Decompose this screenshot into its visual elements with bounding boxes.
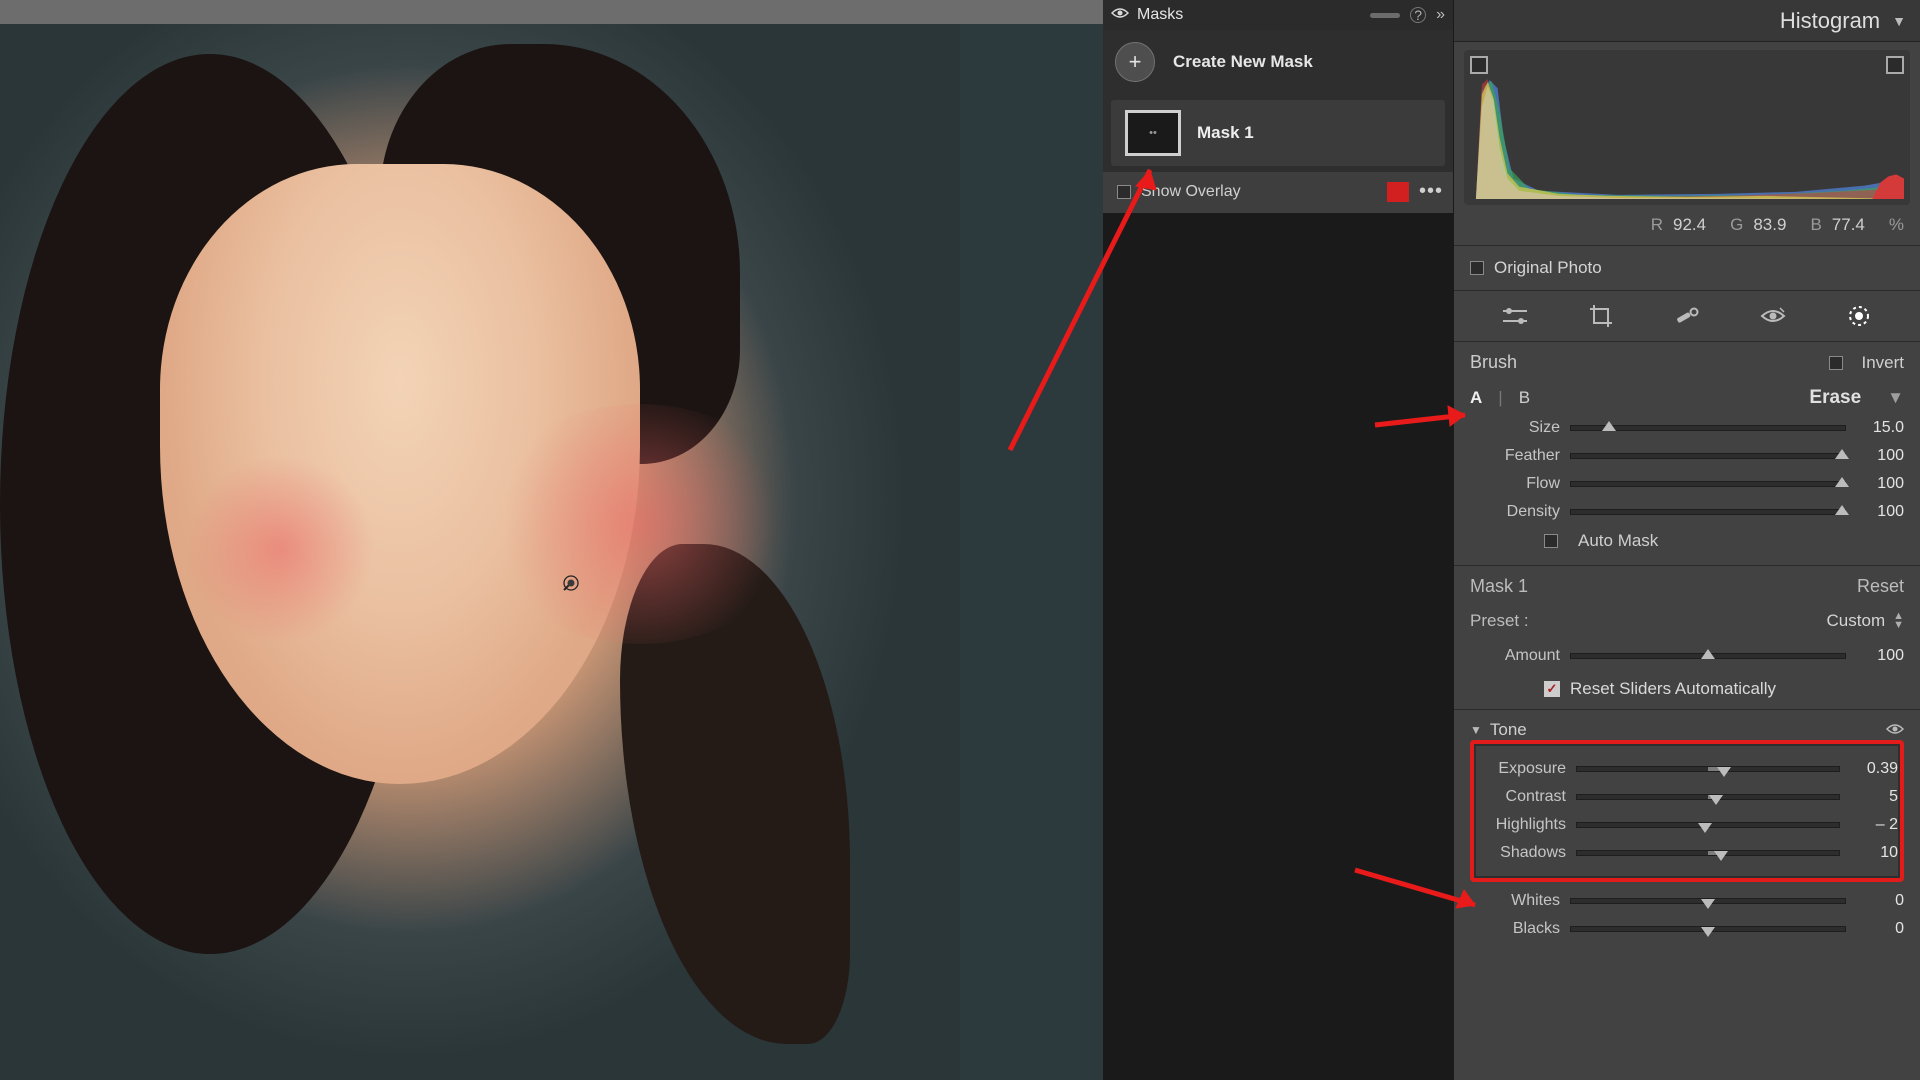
contrast-value[interactable]: 5 xyxy=(1850,788,1898,806)
amount-slider[interactable] xyxy=(1570,653,1846,659)
edit-sliders-icon[interactable] xyxy=(1499,303,1531,329)
tone-section: ▼ Tone Exposure 0.39 Contrast 5 Highligh… xyxy=(1454,710,1920,958)
whites-label: Whites xyxy=(1470,892,1560,910)
dropdown-arrows-icon: ▲▼ xyxy=(1893,612,1904,630)
pct-label: % xyxy=(1889,215,1904,235)
masks-panel-title: Masks xyxy=(1137,6,1360,24)
masks-panel: Masks ? » + Create New Mask •• Mask 1 Sh… xyxy=(1103,0,1453,213)
mask-pin-icon[interactable] xyxy=(560,572,582,599)
brush-disclosure-icon[interactable]: ▼ xyxy=(1887,388,1904,408)
panel-grip-icon[interactable] xyxy=(1370,13,1400,18)
brush-a-tab[interactable]: A xyxy=(1470,388,1482,408)
size-value[interactable]: 15.0 xyxy=(1856,419,1904,437)
help-icon[interactable]: ? xyxy=(1410,7,1426,23)
invert-label: Invert xyxy=(1861,353,1904,373)
invert-checkbox[interactable] xyxy=(1829,356,1843,370)
feather-label: Feather xyxy=(1470,447,1560,465)
brush-b-tab[interactable]: B xyxy=(1519,388,1530,408)
mask-list-item[interactable]: •• Mask 1 xyxy=(1111,100,1445,166)
g-value: 83.9 xyxy=(1753,215,1786,235)
masking-tool-icon[interactable] xyxy=(1843,303,1875,329)
exposure-value[interactable]: 0.39 xyxy=(1850,760,1898,778)
tone-highlight-box: Exposure 0.39 Contrast 5 Highlights – 2 … xyxy=(1470,740,1904,882)
show-overlay-label: Show Overlay xyxy=(1141,183,1241,201)
masks-visibility-toggle-icon[interactable] xyxy=(1111,6,1129,24)
histogram-chart[interactable] xyxy=(1464,50,1910,205)
collapse-triangle-icon[interactable]: ▼ xyxy=(1892,13,1906,29)
shadows-value[interactable]: 10 xyxy=(1850,844,1898,862)
density-label: Density xyxy=(1470,503,1560,521)
tone-title: Tone xyxy=(1490,720,1527,740)
original-photo-checkbox[interactable] xyxy=(1470,261,1484,275)
automask-label: Auto Mask xyxy=(1578,531,1658,551)
contrast-label: Contrast xyxy=(1476,788,1566,806)
highlights-slider[interactable] xyxy=(1576,822,1840,828)
density-slider[interactable] xyxy=(1570,509,1846,515)
plus-icon: + xyxy=(1115,42,1155,82)
highlights-value[interactable]: – 2 xyxy=(1850,816,1898,834)
whites-value[interactable]: 0 xyxy=(1856,892,1904,910)
healing-tool-icon[interactable] xyxy=(1671,303,1703,329)
shadow-clipping-icon[interactable] xyxy=(1470,56,1488,74)
mask-reset-button[interactable]: Reset xyxy=(1857,576,1904,597)
shadows-slider[interactable] xyxy=(1576,850,1840,856)
mask-thumbnail: •• xyxy=(1125,110,1181,156)
mask1-title: Mask 1 xyxy=(1470,576,1528,597)
density-value[interactable]: 100 xyxy=(1856,503,1904,521)
portrait-photo xyxy=(0,24,960,1080)
highlight-clipping-icon[interactable] xyxy=(1886,56,1904,74)
reset-auto-label: Reset Sliders Automatically xyxy=(1570,679,1776,699)
flow-value[interactable]: 100 xyxy=(1856,475,1904,493)
amount-value[interactable]: 100 xyxy=(1856,647,1904,665)
preset-label: Preset : xyxy=(1470,611,1529,631)
b-value: 77.4 xyxy=(1832,215,1865,235)
brush-section: Brush Invert A | B Erase ▼ Size 15.0 Fea… xyxy=(1454,342,1920,566)
mask-adjust-section: Mask 1 Reset Preset : Custom ▲▼ Amount 1… xyxy=(1454,566,1920,710)
histogram-title: Histogram xyxy=(1780,8,1880,34)
collapse-panel-icon[interactable]: » xyxy=(1436,6,1445,24)
highlights-label: Highlights xyxy=(1476,816,1566,834)
overlay-color-swatch[interactable] xyxy=(1387,182,1409,202)
contrast-slider[interactable] xyxy=(1576,794,1840,800)
create-new-mask-label: Create New Mask xyxy=(1173,52,1313,72)
redeye-tool-icon[interactable] xyxy=(1757,303,1789,329)
feather-slider[interactable] xyxy=(1570,453,1846,459)
exposure-slider[interactable] xyxy=(1576,766,1840,772)
r-label: R xyxy=(1651,215,1663,235)
original-photo-label: Original Photo xyxy=(1494,258,1602,278)
mask-item-label: Mask 1 xyxy=(1197,123,1254,143)
preset-value: Custom xyxy=(1827,611,1886,631)
tone-visibility-icon[interactable] xyxy=(1886,720,1904,740)
develop-right-panel: Histogram ▼ R 92.4 G 83.9 B 77.4 % Origi… xyxy=(1453,0,1920,1080)
size-label: Size xyxy=(1470,419,1560,437)
brush-title: Brush xyxy=(1470,352,1517,373)
amount-label: Amount xyxy=(1470,647,1560,665)
mask-more-menu-icon[interactable]: ••• xyxy=(1419,180,1443,203)
flow-slider[interactable] xyxy=(1570,481,1846,487)
create-new-mask-button[interactable]: + Create New Mask xyxy=(1103,30,1453,94)
image-viewport[interactable] xyxy=(0,0,1103,1080)
blacks-value[interactable]: 0 xyxy=(1856,920,1904,938)
size-slider[interactable] xyxy=(1570,425,1846,431)
histogram-header[interactable]: Histogram ▼ xyxy=(1454,0,1920,42)
crop-tool-icon[interactable] xyxy=(1585,303,1617,329)
automask-checkbox[interactable] xyxy=(1544,534,1558,548)
tone-disclosure-icon[interactable]: ▼ xyxy=(1470,723,1482,737)
g-label: G xyxy=(1730,215,1743,235)
rgb-readout: R 92.4 G 83.9 B 77.4 % xyxy=(1454,211,1920,245)
feather-value[interactable]: 100 xyxy=(1856,447,1904,465)
blacks-label: Blacks xyxy=(1470,920,1560,938)
reset-auto-checkbox[interactable] xyxy=(1544,681,1560,697)
whites-slider[interactable] xyxy=(1570,898,1846,904)
shadows-label: Shadows xyxy=(1476,844,1566,862)
blacks-slider[interactable] xyxy=(1570,926,1846,932)
show-overlay-checkbox[interactable] xyxy=(1117,185,1131,199)
preset-dropdown[interactable]: Custom ▲▼ xyxy=(1827,611,1904,631)
flow-label: Flow xyxy=(1470,475,1560,493)
b-label: B xyxy=(1810,215,1821,235)
erase-tab[interactable]: Erase xyxy=(1809,387,1861,409)
exposure-label: Exposure xyxy=(1476,760,1566,778)
r-value: 92.4 xyxy=(1673,215,1706,235)
